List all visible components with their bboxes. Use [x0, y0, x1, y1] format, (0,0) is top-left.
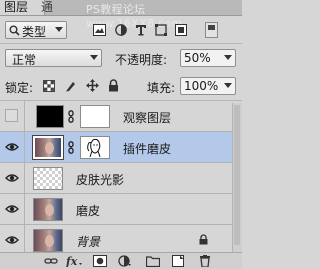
lock-label: 锁定: — [5, 81, 34, 95]
blend-mode-dropdown[interactable]: 正常 — [5, 49, 102, 67]
layers-list: 观察图层 插件磨皮 皮肤光影 磨皮 背景 — [0, 101, 232, 252]
filter-toggle-knob — [208, 25, 215, 30]
filter-adjustment-icon[interactable] — [115, 24, 127, 36]
link-icon[interactable] — [68, 141, 74, 154]
new-layer-icon[interactable] — [171, 255, 185, 267]
lock-icon — [199, 234, 208, 245]
layer-thumbnail — [33, 198, 63, 221]
fx-icon[interactable]: fx — [66, 255, 82, 267]
scrollbar-thumb[interactable] — [234, 105, 240, 245]
divider — [24, 163, 25, 193]
svg-text:fx: fx — [66, 255, 78, 267]
divider — [24, 132, 25, 162]
layer-name: 皮肤光影 — [76, 173, 125, 187]
scrollbar[interactable] — [232, 103, 242, 253]
divider — [0, 43, 242, 44]
eye-icon[interactable] — [5, 140, 19, 154]
opacity-field[interactable]: 50% — [180, 49, 236, 67]
chevron-down-icon — [90, 55, 98, 60]
panel-tab-bar: 图层 通 PS教程论坛 www.16XX8.com — [0, 0, 242, 30]
search-icon — [9, 25, 20, 36]
divider — [24, 101, 25, 131]
lock-position-icon[interactable] — [86, 79, 99, 92]
opacity-label: 不透明度: — [115, 53, 168, 67]
lock-all-icon[interactable] — [108, 79, 119, 92]
opacity-value: 50% — [184, 51, 211, 65]
eye-icon[interactable] — [5, 233, 19, 247]
chevron-down-icon — [224, 55, 232, 60]
fill-value: 100% — [184, 79, 219, 93]
filter-type-icon[interactable] — [135, 24, 147, 36]
add-mask-icon[interactable] — [93, 255, 107, 267]
layer-name: 观察图层 — [123, 111, 172, 125]
divider — [24, 194, 25, 224]
layer-thumbnail — [32, 135, 64, 160]
filter-type-dropdown[interactable]: 类型 — [5, 21, 67, 39]
layer-name: 磨皮 — [76, 204, 101, 218]
filter-pixel-icon[interactable] — [93, 24, 106, 36]
layer-name: 背景 — [76, 235, 101, 249]
mask-face-sketch — [87, 138, 101, 158]
face-shape — [45, 235, 54, 247]
divider — [24, 225, 25, 252]
eye-icon[interactable] — [5, 202, 19, 216]
layer-name: 插件磨皮 — [123, 142, 172, 156]
layer-row-plugin-smooth[interactable]: 插件磨皮 — [0, 132, 232, 163]
chevron-down-icon — [55, 27, 63, 32]
tab-channels[interactable]: 通 — [37, 0, 75, 15]
layer-mask-thumbnail — [80, 105, 110, 128]
link-icon[interactable] — [68, 110, 74, 123]
lock-transparency-icon[interactable] — [43, 80, 55, 92]
face-shape — [45, 204, 54, 216]
new-group-icon[interactable] — [146, 255, 160, 267]
fill-label: 填充: — [147, 81, 176, 95]
face-shape — [45, 142, 54, 154]
fill-field[interactable]: 100% — [180, 77, 236, 95]
visibility-toggle-off[interactable] — [5, 109, 18, 122]
layer-thumbnail — [33, 167, 63, 190]
filter-shape-icon[interactable] — [155, 24, 167, 36]
layer-thumbnail — [36, 105, 64, 128]
layer-thumbnail — [33, 229, 63, 252]
filter-type-label: 类型 — [22, 25, 47, 39]
blend-mode-value: 正常 — [12, 53, 37, 67]
filter-smart-object-icon[interactable] — [175, 24, 187, 36]
layer-mask-thumbnail — [80, 136, 110, 159]
lock-pixels-icon[interactable] — [65, 80, 77, 92]
chevron-down-icon — [224, 83, 232, 88]
trash-icon[interactable] — [198, 255, 212, 267]
link-layers-icon[interactable] — [44, 255, 58, 267]
adjustment-icon[interactable] — [117, 255, 131, 267]
filter-toggle[interactable] — [205, 22, 218, 38]
layers-bottom-toolbar: fx — [0, 252, 242, 269]
layer-row-background[interactable]: 背景 — [0, 225, 232, 252]
eye-icon[interactable] — [5, 171, 19, 185]
layer-row-smooth[interactable]: 磨皮 — [0, 194, 232, 225]
layer-row-observe[interactable]: 观察图层 — [0, 101, 232, 132]
layer-row-skin-light[interactable]: 皮肤光影 — [0, 163, 232, 194]
